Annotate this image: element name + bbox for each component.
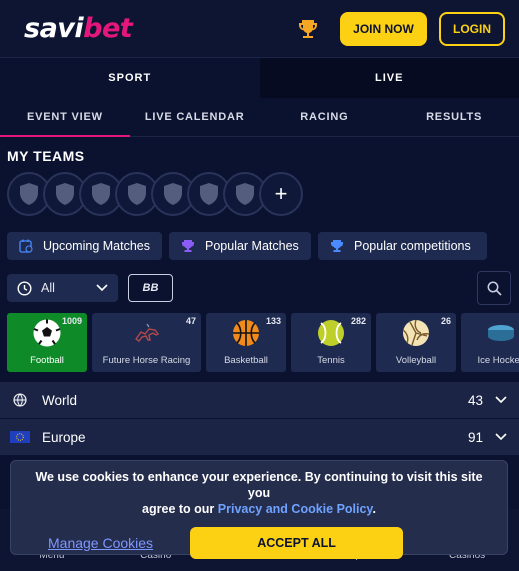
trophy-icon[interactable] bbox=[296, 17, 320, 41]
popular-matches-label: Popular Matches bbox=[205, 239, 299, 253]
tennis-ball-icon bbox=[316, 318, 346, 348]
sport-count: 47 bbox=[185, 316, 196, 326]
sport-card-tennis[interactable]: 282 Tennis bbox=[291, 313, 371, 372]
sport-card-future-horse-racing[interactable]: 47 Future Horse Racing bbox=[92, 313, 201, 372]
tab-results[interactable]: RESULTS bbox=[389, 98, 519, 136]
chevron-down-icon bbox=[96, 284, 108, 292]
sport-card-volleyball[interactable]: 26 Volleyball bbox=[376, 313, 456, 372]
cookie-banner: We use cookies to enhance your experienc… bbox=[10, 460, 508, 559]
cookie-text-line1: We use cookies to enhance your experienc… bbox=[35, 470, 483, 500]
sport-name: Volleyball bbox=[395, 355, 437, 366]
tab-live[interactable]: LIVE bbox=[259, 58, 519, 98]
sport-card-ice-hockey[interactable]: 18 Ice Hockey bbox=[461, 313, 519, 372]
manage-cookies-link[interactable]: Manage Cookies bbox=[48, 535, 153, 551]
shield-icon bbox=[200, 183, 218, 205]
sport-name: Ice Hockey bbox=[477, 355, 519, 366]
shield-icon bbox=[20, 183, 38, 205]
shield-icon bbox=[164, 183, 182, 205]
region-count: 43 bbox=[467, 392, 483, 408]
my-teams-title: MY TEAMS bbox=[7, 148, 85, 164]
region-row-europe[interactable]: Europe 91 bbox=[0, 419, 519, 456]
sport-name: Future Horse Racing bbox=[102, 355, 191, 366]
quick-links: Upcoming Matches Popular Matches Popular… bbox=[0, 220, 519, 260]
cookie-text-line2: agree to our bbox=[142, 502, 218, 516]
upcoming-matches-button[interactable]: Upcoming Matches bbox=[7, 232, 162, 260]
privacy-policy-link[interactable]: Privacy and Cookie Policy bbox=[218, 502, 373, 516]
calendar-clock-icon bbox=[19, 239, 33, 253]
sport-card-basketball[interactable]: 133 Basketball bbox=[206, 313, 286, 372]
time-filter-value: All bbox=[41, 281, 55, 295]
football-icon bbox=[32, 318, 62, 348]
sport-name: Basketball bbox=[224, 355, 268, 366]
chevron-down-icon bbox=[495, 396, 507, 404]
join-now-button[interactable]: JOIN NOW bbox=[340, 11, 427, 46]
popular-competitions-button[interactable]: Popular competitions bbox=[318, 232, 487, 260]
tab-live-calendar[interactable]: LIVE CALENDAR bbox=[130, 98, 260, 136]
shield-icon bbox=[56, 183, 74, 205]
shield-icon bbox=[128, 183, 146, 205]
tab-racing[interactable]: RACING bbox=[260, 98, 390, 136]
time-filter-select[interactable]: All bbox=[7, 274, 118, 302]
hockey-puck-icon bbox=[486, 318, 516, 348]
bet-builder-button[interactable]: BB bbox=[128, 274, 173, 302]
cookie-text-end: . bbox=[372, 502, 376, 516]
sport-name: Football bbox=[30, 355, 64, 366]
sport-name: Tennis bbox=[317, 355, 345, 366]
shield-icon bbox=[236, 183, 254, 205]
add-team-button[interactable]: + bbox=[259, 172, 303, 216]
tab-sport[interactable]: SPORT bbox=[0, 58, 260, 98]
sport-count: 133 bbox=[265, 316, 281, 326]
region-row-world[interactable]: World 43 bbox=[0, 382, 519, 419]
tab-event-view[interactable]: EVENT VIEW bbox=[0, 98, 130, 137]
upcoming-matches-label: Upcoming Matches bbox=[43, 239, 150, 253]
sport-count: 1009 bbox=[61, 316, 82, 326]
logo[interactable]: savibet bbox=[24, 13, 133, 44]
cookie-message: We use cookies to enhance your experienc… bbox=[11, 461, 507, 517]
region-count: 91 bbox=[467, 429, 483, 445]
header: savibet JOIN NOW LOGIN bbox=[0, 0, 519, 58]
sport-count: 26 bbox=[440, 316, 451, 326]
popular-competitions-label: Popular competitions bbox=[354, 239, 471, 253]
globe-icon bbox=[10, 393, 30, 407]
login-button[interactable]: LOGIN bbox=[439, 11, 505, 46]
sub-tabs: EVENT VIEW LIVE CALENDAR RACING RESULTS bbox=[0, 98, 519, 137]
shield-icon bbox=[92, 183, 110, 205]
region-name: Europe bbox=[42, 429, 86, 445]
accept-all-button[interactable]: ACCEPT ALL bbox=[190, 527, 404, 559]
logo-part-savi: savi bbox=[24, 13, 84, 44]
search-icon bbox=[487, 281, 502, 296]
volleyball-icon bbox=[401, 318, 431, 348]
regions-list: World 43 Europe 91 bbox=[0, 382, 519, 456]
filters-row: All BB bbox=[0, 260, 519, 305]
cookie-actions: Manage Cookies ACCEPT ALL bbox=[11, 517, 507, 559]
region-name: World bbox=[42, 392, 78, 408]
trophy-icon bbox=[331, 240, 343, 252]
popular-matches-button[interactable]: Popular Matches bbox=[169, 232, 311, 260]
sports-carousel: 1009 Football 47 Future Horse Racing 133… bbox=[0, 302, 519, 372]
logo-part-bet: bet bbox=[83, 13, 133, 44]
search-button[interactable] bbox=[477, 271, 511, 305]
basketball-icon bbox=[231, 318, 261, 348]
chevron-down-icon bbox=[495, 433, 507, 441]
sport-count: 282 bbox=[350, 316, 366, 326]
top-tabs: SPORT LIVE bbox=[0, 58, 519, 98]
my-teams-list: + bbox=[0, 164, 519, 220]
sport-card-football[interactable]: 1009 Football bbox=[7, 313, 87, 372]
eu-flag-icon bbox=[10, 431, 30, 443]
trophy-icon bbox=[182, 240, 194, 252]
horse-racing-icon bbox=[132, 318, 162, 348]
clock-icon bbox=[17, 280, 32, 296]
